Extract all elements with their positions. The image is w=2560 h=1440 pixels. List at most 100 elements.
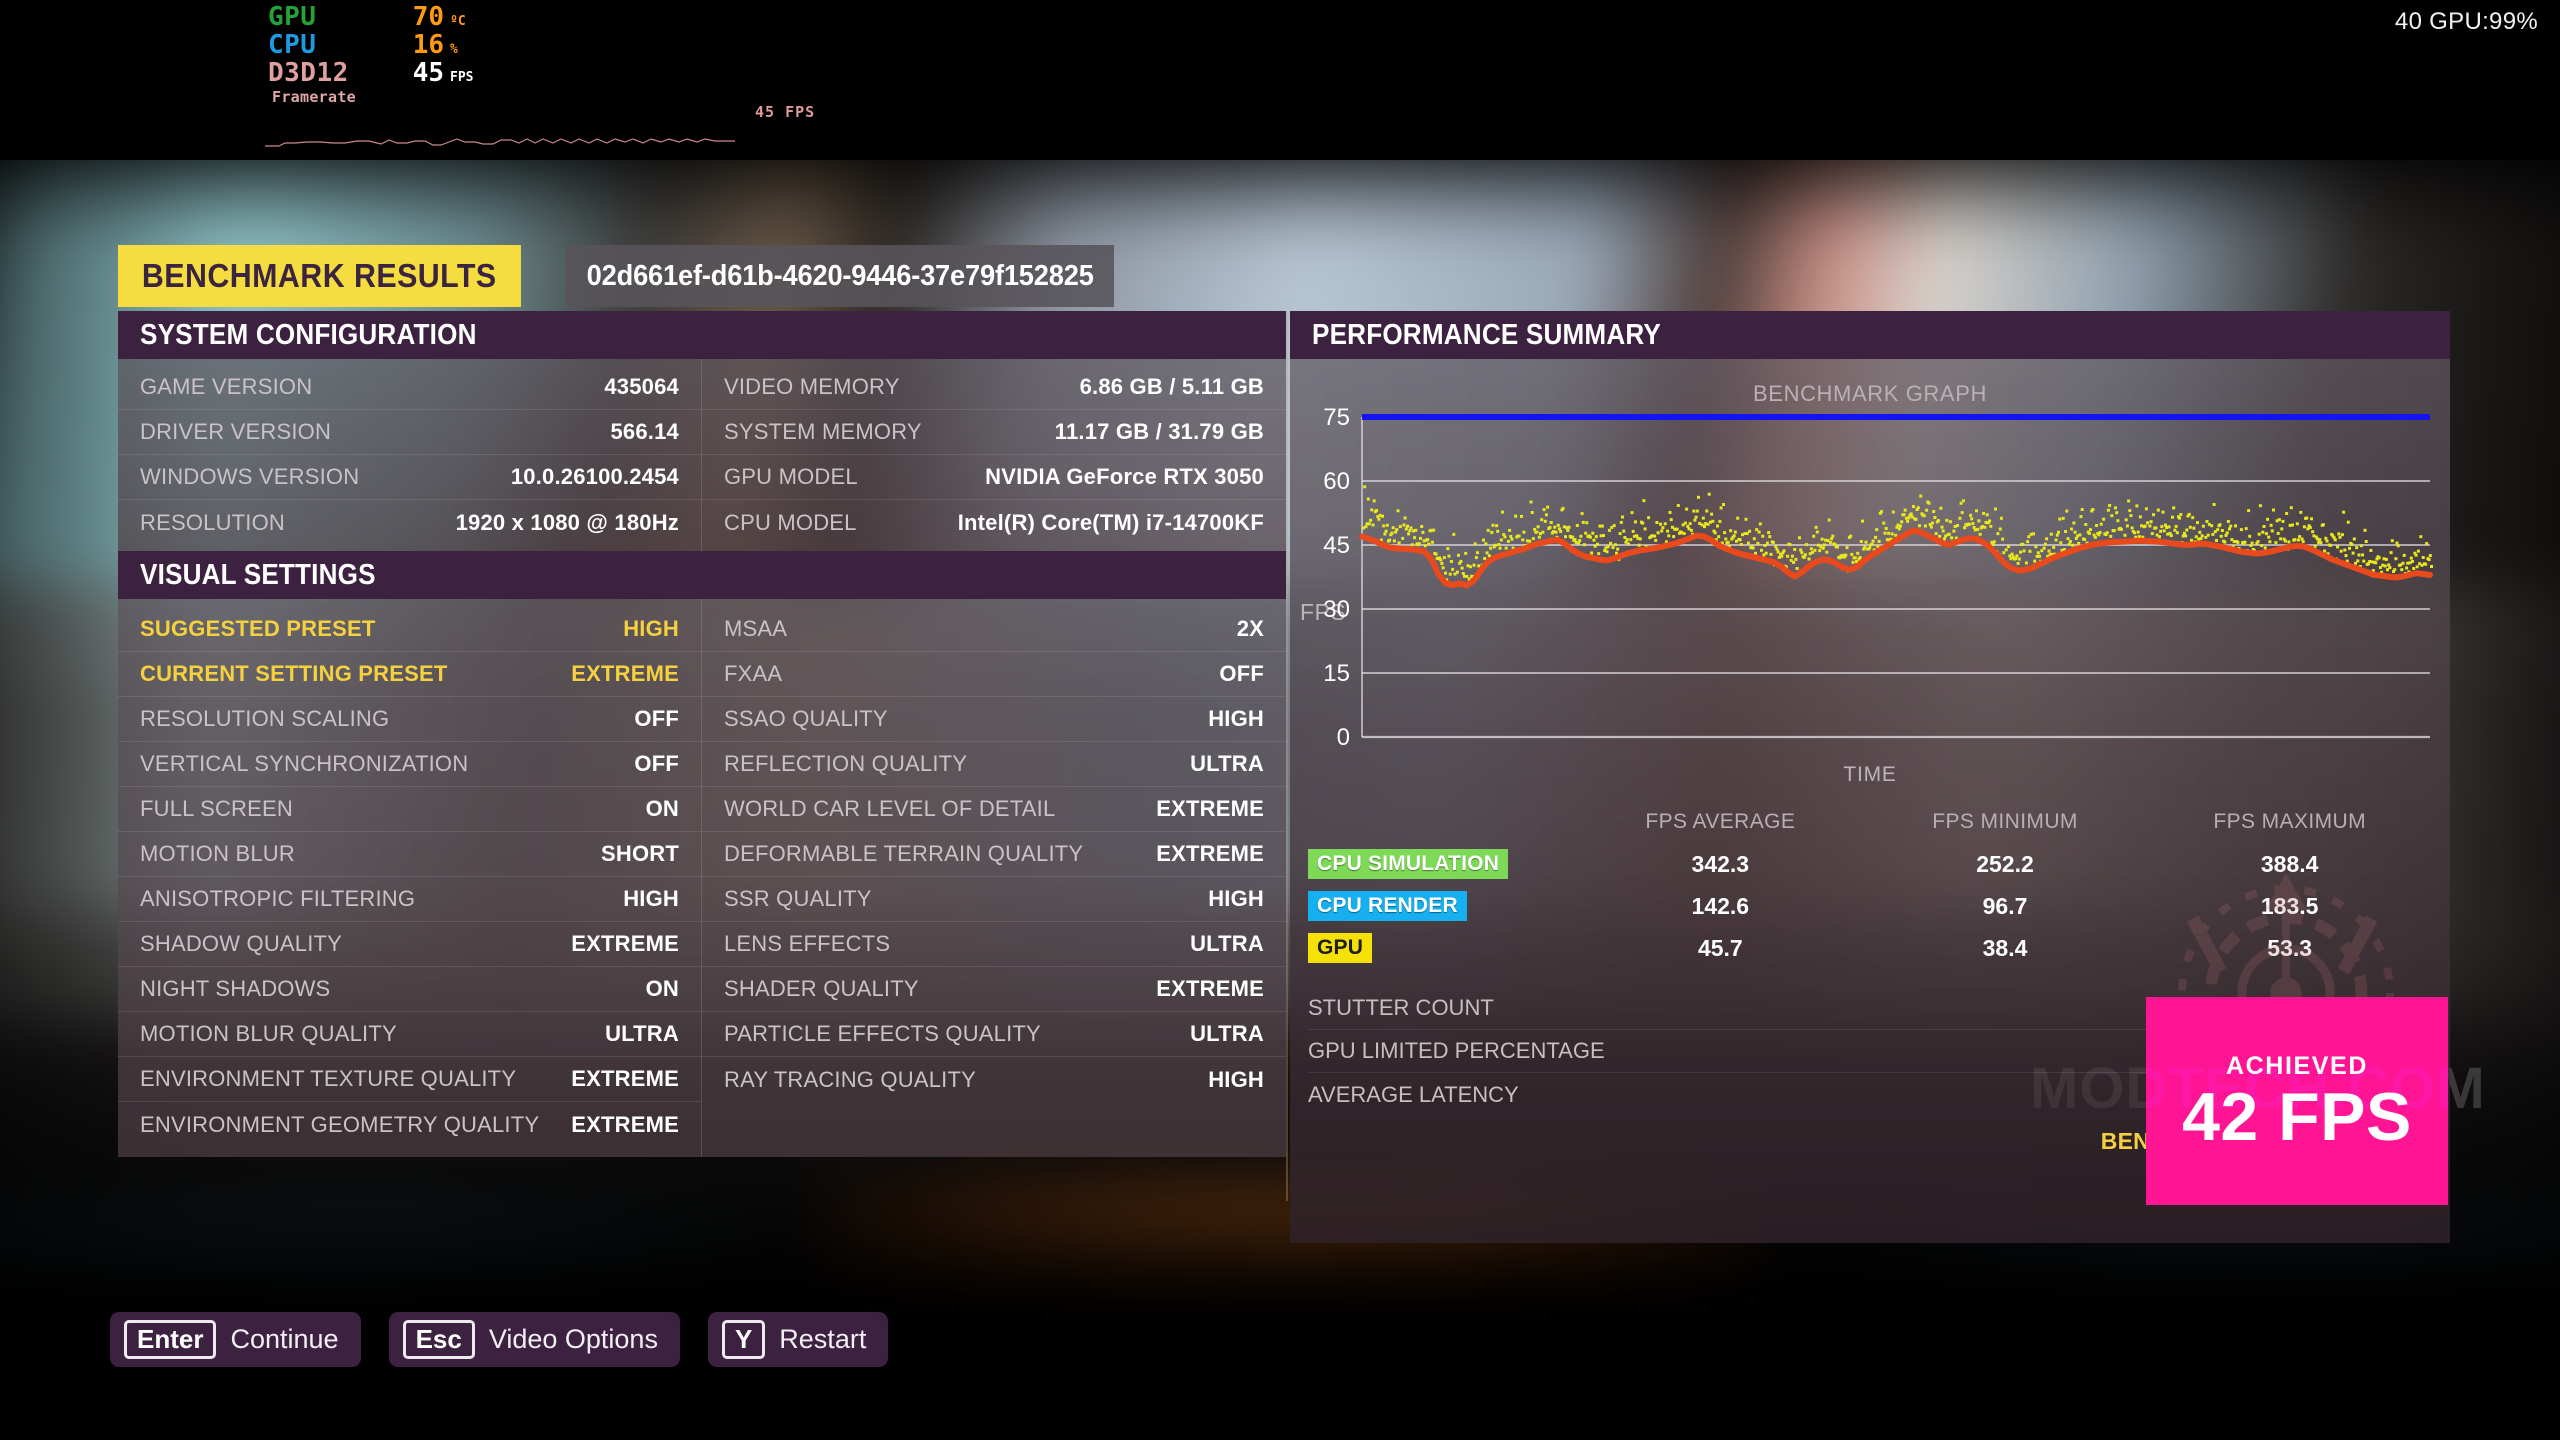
chart-series-gpu-scatter: [1362, 485, 2433, 585]
row-value: EXTREME: [1156, 976, 1264, 1001]
table-row: ENVIRONMENT TEXTURE QUALITY EXTREME: [118, 1057, 701, 1102]
hint-restart[interactable]: Y Restart: [707, 1312, 889, 1367]
row-value: HIGH: [1208, 1066, 1264, 1092]
row-value: 435064: [604, 374, 679, 399]
row-key: SSAO QUALITY: [724, 706, 888, 731]
row-key: LENS EFFECTS: [724, 931, 891, 956]
row-key: VIDEO MEMORY: [724, 374, 900, 399]
chart-y-tick: 75: [1323, 404, 1350, 431]
table-row: MOTION BLUR SHORT: [118, 832, 701, 877]
row-key: WORLD CAR LEVEL OF DETAIL: [724, 796, 1056, 821]
chart-y-tick: 45: [1323, 532, 1350, 559]
visual-col-left: SUGGESTED PRESET HIGH CURRENT SETTING PRES…: [118, 599, 702, 1157]
row-key: DEFORMABLE TERRAIN QUALITY: [724, 841, 1084, 866]
table-row: RAY TRACING QUALITY HIGH: [702, 1057, 1286, 1102]
stats-header-average: FPS AVERAGE: [1645, 810, 1796, 833]
table-row: ENVIRONMENT GEOMETRY QUALITY EXTREME: [118, 1102, 701, 1147]
chart-y-tick: 0: [1337, 724, 1350, 751]
stats-value-maximum: 53.3: [2267, 934, 2313, 961]
table-row: RESOLUTION SCALING OFF: [118, 697, 701, 742]
row-key: SHADER QUALITY: [724, 976, 919, 1001]
row-value: OFF: [634, 706, 679, 731]
row-value: HIGH: [623, 886, 679, 911]
table-row: CPU SIMULATION 342.3 252.2 388.4: [1308, 843, 2432, 885]
hw-row-cpu: CPU 16 %: [268, 32, 473, 60]
row-value: 6.86 GB / 5.11 GB: [1079, 374, 1264, 399]
row-key: RESOLUTION SCALING: [140, 706, 390, 731]
stats-row-label-cell: CPU RENDER: [1308, 891, 1578, 921]
hint-video-options[interactable]: Esc Video Options: [388, 1312, 680, 1367]
row-key: CPU MODEL: [724, 509, 857, 535]
row-value: ON: [645, 796, 679, 821]
table-row: GPU MODEL NVIDIA GeForce RTX 3050: [702, 455, 1286, 500]
table-row: VERTICAL SYNCHRONIZATION OFF: [118, 742, 701, 787]
stats-value-minimum: 38.4: [1982, 934, 2028, 961]
table-row: CPU MODEL Intel(R) Core(TM) i7-14700KF: [702, 500, 1286, 545]
visual-settings-title: VISUAL SETTINGS: [140, 558, 376, 591]
hw-graph-label: 45 FPS: [755, 103, 816, 121]
row-value: Intel(R) Core(TM) i7-14700KF: [957, 509, 1264, 535]
table-row: NIGHT SHADOWS ON: [118, 967, 701, 1012]
table-row: MSAA 2X: [702, 607, 1286, 652]
row-value: HIGH: [623, 616, 679, 641]
hw-unit-gpu: ºC: [450, 14, 466, 29]
table-row: SYSTEM MEMORY 11.17 GB / 31.79 GB: [702, 410, 1286, 455]
table-row: SSAO QUALITY HIGH: [702, 697, 1286, 742]
row-value: EXTREME: [571, 661, 679, 686]
row-value: ULTRA: [605, 1021, 679, 1046]
row-value: OFF: [634, 751, 679, 776]
row-key: MOTION BLUR: [140, 841, 295, 866]
row-key: NIGHT SHADOWS: [140, 976, 331, 1001]
hint-continue[interactable]: Enter Continue: [110, 1312, 361, 1367]
sysconf-col-right: VIDEO MEMORY 6.86 GB / 5.11 GB SYSTEM ME…: [702, 359, 1286, 551]
hw-key-d3d12: D3D12: [268, 58, 349, 88]
hw-framerate-sparkline: [265, 138, 735, 147]
hw-row-gpu: GPU 70 ºC: [268, 4, 473, 32]
page-title: BENCHMARK RESULTS: [118, 245, 521, 307]
row-value: ULTRA: [1190, 751, 1264, 776]
stats-header-row: FPS AVERAGE FPS MINIMUM FPS MAXIMUM: [1308, 801, 2432, 843]
row-value: OFF: [1219, 661, 1264, 686]
hint-label-restart: Restart: [779, 1323, 867, 1354]
results-title-row: BENCHMARK RESULTS 02d661ef-d61b-4620-944…: [118, 245, 1149, 307]
table-row: ANISOTROPIC FILTERING HIGH: [118, 877, 701, 922]
chart-y-tick: 60: [1323, 468, 1350, 495]
system-configuration-grid: GAME VERSION 435064 DRIVER VERSION 566.1…: [118, 359, 1286, 551]
key-esc[interactable]: Esc: [402, 1320, 475, 1359]
hw-key-cpu: CPU: [268, 30, 317, 60]
achieved-value: 42 FPS: [2182, 1078, 2412, 1155]
row-key: ANISOTROPIC FILTERING: [140, 886, 416, 911]
table-row: RESOLUTION 1920 x 1080 @ 180Hz: [118, 500, 701, 545]
table-row: SSR QUALITY HIGH: [702, 877, 1286, 922]
table-row: GPU 45.7 38.4 53.3: [1308, 927, 2432, 969]
row-key: GPU MODEL: [724, 464, 858, 489]
row-value: EXTREME: [571, 1111, 679, 1137]
row-key: ENVIRONMENT TEXTURE QUALITY: [140, 1066, 517, 1091]
stats-row-label-cell: CPU SIMULATION: [1308, 849, 1578, 879]
row-key: REFLECTION QUALITY: [724, 751, 968, 776]
table-row: SHADOW QUALITY EXTREME: [118, 922, 701, 967]
row-key: FULL SCREEN: [140, 796, 293, 821]
stats-value-maximum: 388.4: [2260, 850, 2319, 877]
stats-header-maximum: FPS MAXIMUM: [2213, 810, 2366, 833]
stats-header-minimum: FPS MINIMUM: [1932, 810, 2078, 833]
legend-chip-cpu-render: CPU RENDER: [1308, 891, 1467, 921]
row-key: GAME VERSION: [140, 374, 313, 399]
chart-y-tick: 15: [1323, 660, 1350, 687]
table-row: WORLD CAR LEVEL OF DETAIL EXTREME: [702, 787, 1286, 832]
key-enter[interactable]: Enter: [124, 1320, 217, 1359]
row-value: ULTRA: [1190, 1021, 1264, 1046]
left-panel: SYSTEM CONFIGURATION GAME VERSION 435064…: [118, 311, 1286, 1157]
benchmark-chart: BENCHMARK GRAPH FPS TIME 0 15 30 45 60 75: [1290, 359, 2450, 799]
table-row: GAME VERSION 435064: [118, 365, 701, 410]
hardware-monitor-overlay: GPU 70 ºC CPU 16 % D3D12 45 FPS Framerat…: [0, 0, 2560, 160]
row-key: MSAA: [724, 616, 788, 641]
key-y[interactable]: Y: [721, 1320, 766, 1359]
row-key: STUTTER COUNT: [1308, 995, 1494, 1020]
table-row: VIDEO MEMORY 6.86 GB / 5.11 GB: [702, 365, 1286, 410]
table-row: PARTICLE EFFECTS QUALITY ULTRA: [702, 1012, 1286, 1057]
table-row: FULL SCREEN ON: [118, 787, 701, 832]
stats-row-label-cell: GPU: [1308, 933, 1578, 963]
row-value: ON: [645, 976, 679, 1001]
row-key: ENVIRONMENT GEOMETRY QUALITY: [140, 1111, 540, 1137]
